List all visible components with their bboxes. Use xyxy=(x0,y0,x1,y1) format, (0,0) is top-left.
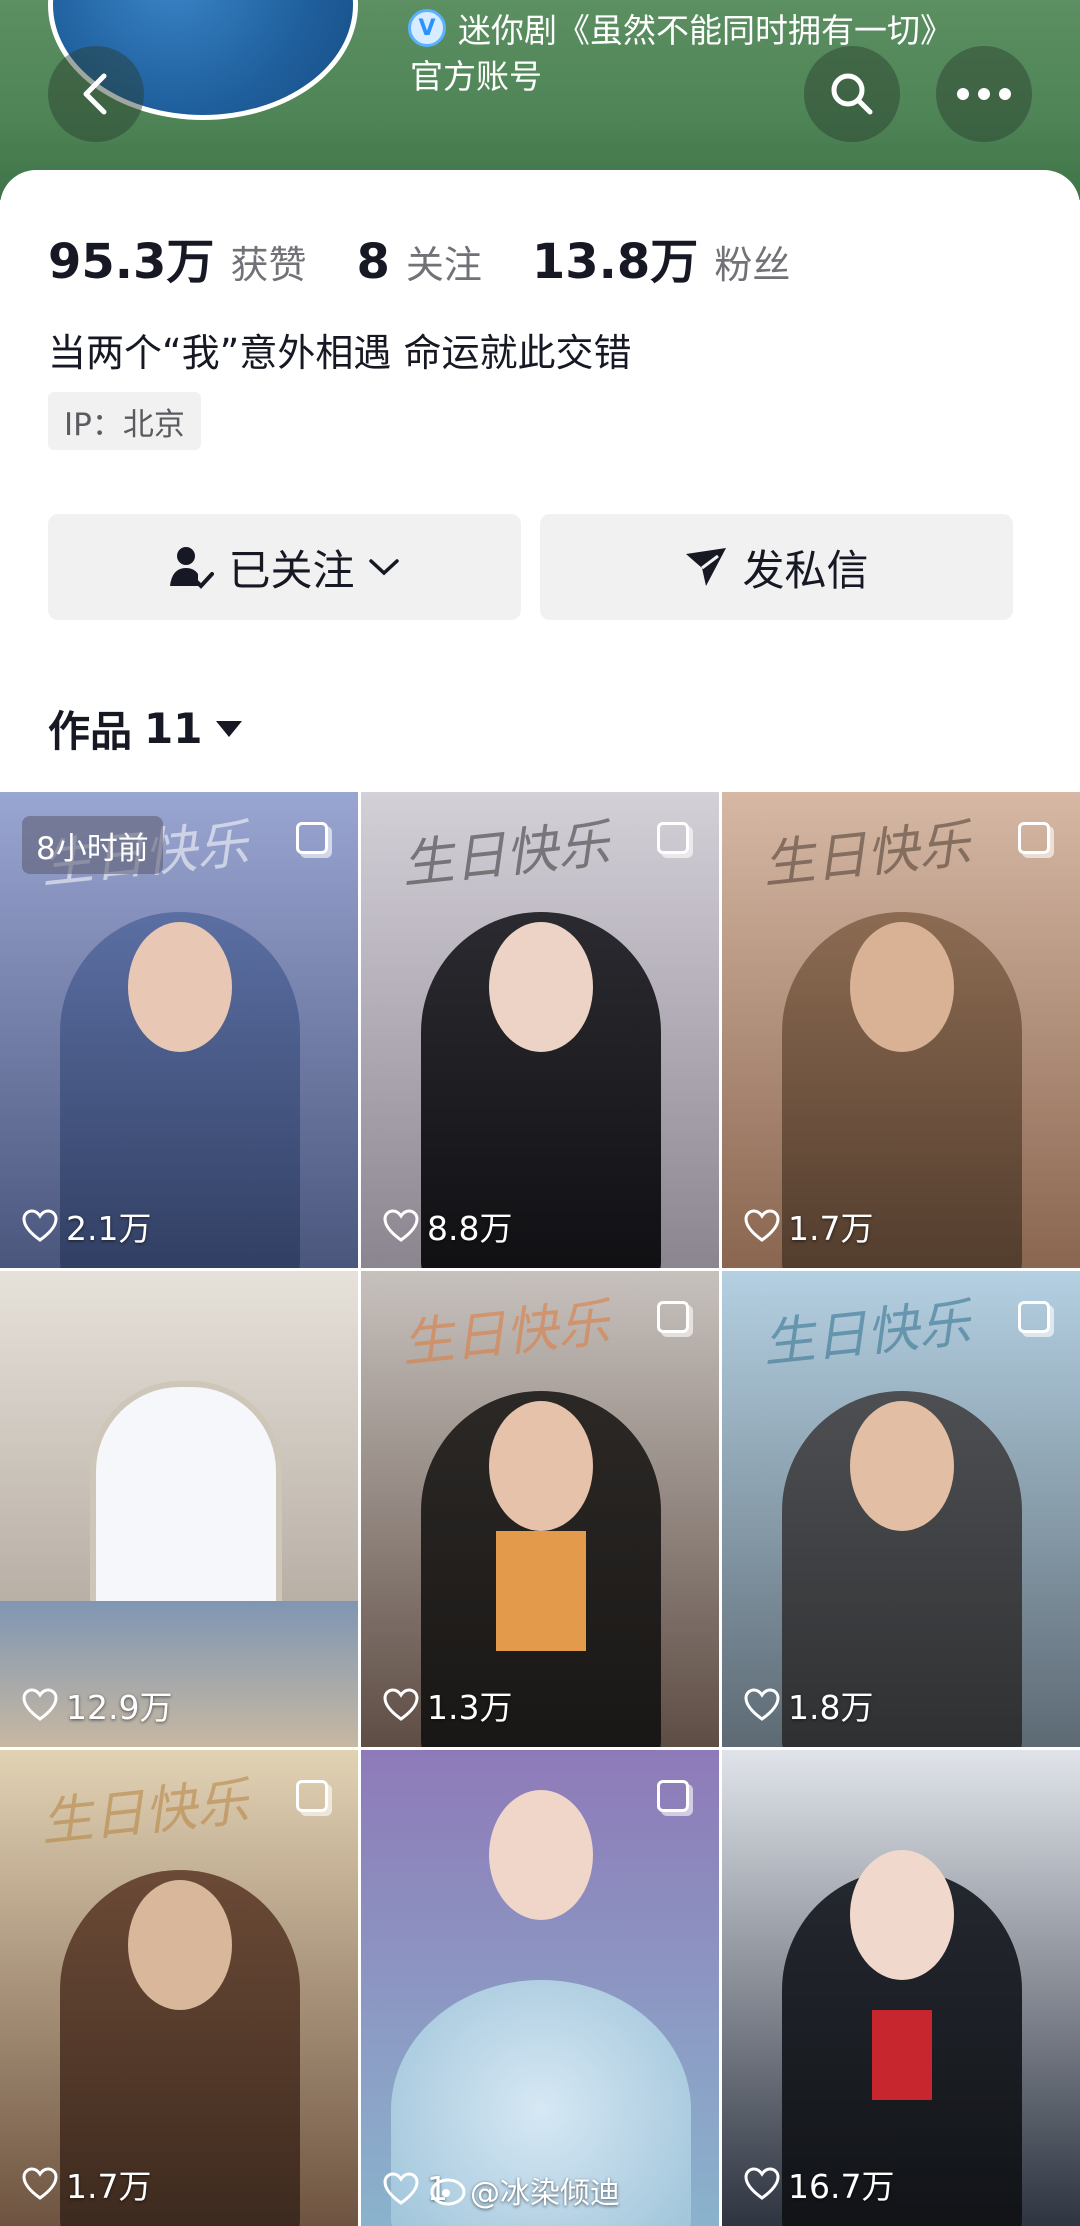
time-badge: 8小时前 xyxy=(22,816,163,874)
back-arrow-icon xyxy=(83,73,107,115)
stat-following[interactable]: 8 关注 xyxy=(356,234,481,290)
search-icon xyxy=(831,73,873,115)
video-tile[interactable]: 1 xyxy=(361,1750,719,2226)
like-count-text: 16.7万 xyxy=(788,2167,895,2206)
heart-icon xyxy=(744,1688,780,1721)
video-tile[interactable]: 生日快乐 8小时前 2.1万 xyxy=(0,792,358,1268)
heart-icon xyxy=(383,2171,419,2205)
heart-icon xyxy=(22,1209,58,1242)
verified-name: 迷你剧《虽然不能同时拥有一切》 xyxy=(458,11,953,50)
heart-icon xyxy=(744,2167,780,2200)
like-count: 8.8万 xyxy=(383,1202,512,1250)
video-tile[interactable]: 生日快乐 1.3万 xyxy=(361,1271,719,1747)
works-count: 11 xyxy=(144,704,203,753)
stat-value: 13.8万 xyxy=(531,234,699,290)
stats-row: 95.3万 获赞 8 关注 13.8万 粉丝 xyxy=(48,222,840,292)
search-button[interactable] xyxy=(804,46,900,142)
stat-label: 获赞 xyxy=(230,243,307,287)
like-count-text: 1.7万 xyxy=(788,1209,874,1248)
video-tile[interactable]: 12.9万 xyxy=(0,1271,358,1747)
like-count: 1.8万 xyxy=(744,1681,873,1729)
watermark-text: @冰染倾迪 xyxy=(470,2176,620,2211)
more-dots-icon xyxy=(957,88,1011,100)
like-count-text: 1.3万 xyxy=(427,1688,513,1727)
like-count: 2.1万 xyxy=(22,1202,151,1250)
like-count: 1.7万 xyxy=(744,1202,873,1250)
official-account-label: 官方账号 xyxy=(410,57,542,96)
bio-text: 当两个“我”意外相遇 命运就此交错 xyxy=(48,331,632,375)
caret-down-icon xyxy=(216,720,243,737)
back-button[interactable] xyxy=(48,46,144,142)
heart-icon xyxy=(744,1209,780,1242)
select-checkbox[interactable] xyxy=(296,1780,328,1812)
video-tile[interactable]: 生日快乐 1.8万 xyxy=(722,1271,1080,1747)
ip-location-tag: IP：北京 xyxy=(48,392,201,450)
stat-followers[interactable]: 13.8万 粉丝 xyxy=(532,222,790,292)
like-count: 1.7万 xyxy=(22,2160,151,2208)
like-count-text: 12.9万 xyxy=(66,1688,173,1727)
select-checkbox[interactable] xyxy=(657,1301,689,1333)
heart-icon xyxy=(383,1688,419,1721)
send-icon xyxy=(686,548,727,586)
select-checkbox[interactable] xyxy=(1018,822,1050,854)
stat-label: 关注 xyxy=(405,243,482,287)
verified-row: V 迷你剧《虽然不能同时拥有一切》 xyxy=(408,6,953,50)
weibo-icon xyxy=(430,2178,466,2206)
like-count-text: 8.8万 xyxy=(427,1209,513,1248)
followed-button[interactable]: 已关注 xyxy=(48,514,521,620)
verified-icon: V xyxy=(408,9,446,47)
video-tile[interactable]: 生日快乐 8.8万 xyxy=(361,792,719,1268)
like-count-text: 1.7万 xyxy=(66,2167,152,2206)
like-count-text: 1.8万 xyxy=(788,1688,874,1727)
select-checkbox[interactable] xyxy=(657,1780,689,1812)
works-tab[interactable]: 作品 11 xyxy=(48,698,243,759)
watermark: @冰染倾迪 xyxy=(430,2168,620,2212)
message-button[interactable]: 发私信 xyxy=(540,514,1013,620)
stat-value: 95.3万 xyxy=(48,234,215,290)
like-count: 1.3万 xyxy=(383,1681,512,1729)
chevron-down-icon xyxy=(368,559,399,576)
stat-value: 8 xyxy=(356,234,390,290)
select-checkbox[interactable] xyxy=(657,822,689,854)
avatar-logo xyxy=(155,0,370,33)
like-count-text: 2.1万 xyxy=(66,1209,152,1248)
message-label: 发私信 xyxy=(742,545,869,595)
profile-card: 95.3万 获赞 8 关注 13.8万 粉丝 当两个“我”意外相遇 命运就此交错… xyxy=(0,170,1080,790)
heart-icon xyxy=(22,1688,58,1721)
stat-label: 粉丝 xyxy=(714,243,791,287)
video-tile[interactable]: 16.7万 xyxy=(722,1750,1080,2226)
heart-icon xyxy=(383,1209,419,1242)
user-check-icon xyxy=(170,547,215,589)
video-tile[interactable]: 生日快乐 1.7万 xyxy=(0,1750,358,2226)
select-checkbox[interactable] xyxy=(1018,1301,1050,1333)
like-count: 12.9万 xyxy=(22,1681,172,1729)
followed-label: 已关注 xyxy=(228,545,355,595)
like-count: 16.7万 xyxy=(744,2160,894,2208)
works-label: 作品 xyxy=(48,707,133,756)
heart-icon xyxy=(22,2167,58,2200)
video-tile[interactable]: 生日快乐 1.7万 xyxy=(722,792,1080,1268)
stat-likes[interactable]: 95.3万 获赞 xyxy=(48,222,306,292)
select-checkbox[interactable] xyxy=(296,822,328,854)
more-button[interactable] xyxy=(936,46,1032,142)
